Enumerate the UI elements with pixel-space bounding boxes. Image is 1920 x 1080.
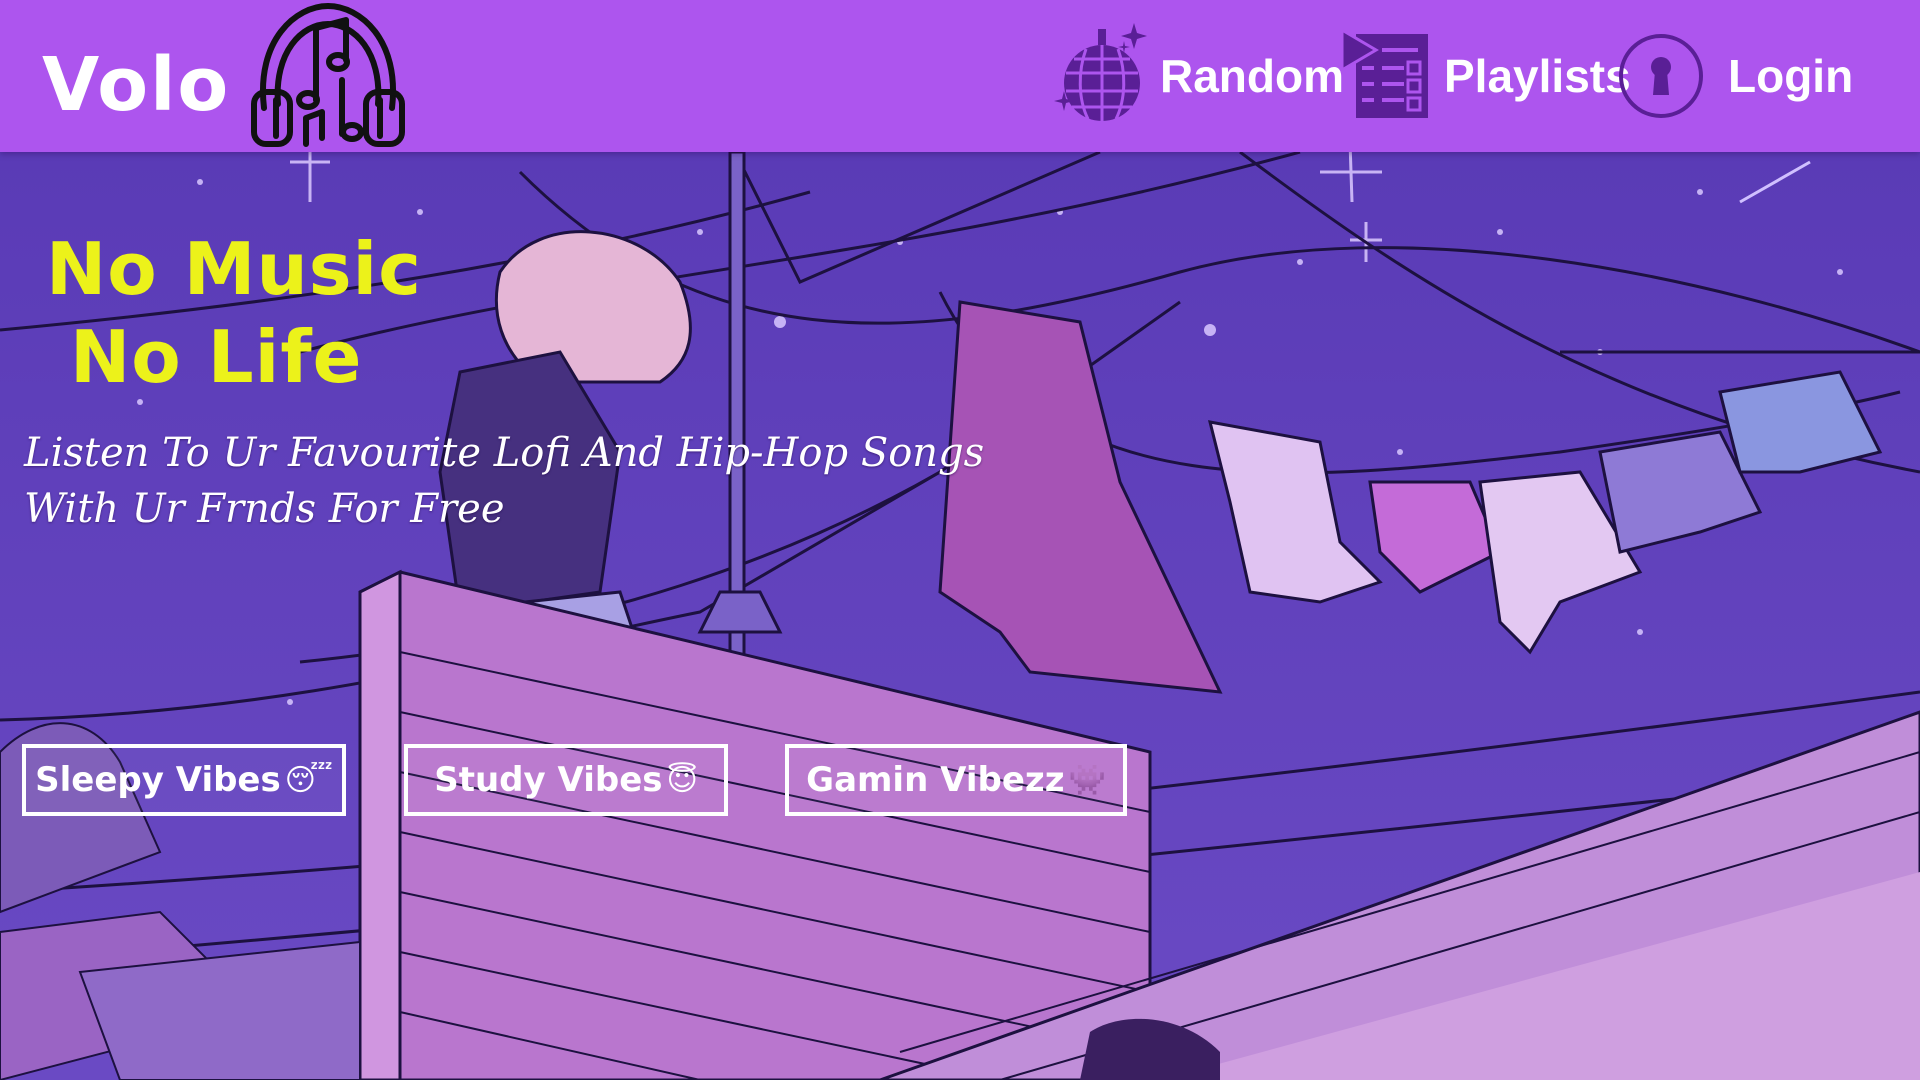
- subtitle-line-1: Listen To Ur Favourite Lofi And Hip-Hop …: [24, 430, 985, 476]
- gamin-vibezz-label: Gamin Vibezz: [806, 760, 1065, 800]
- space-invader-icon: 👾: [1068, 762, 1106, 798]
- nav-login-label: Login: [1728, 50, 1854, 102]
- sleepy-vibes-button[interactable]: Sleepy Vibes 😴: [22, 744, 346, 816]
- brand-name[interactable]: Volo: [42, 42, 230, 128]
- subtitle-line-2: With Ur Frnds For Free: [24, 486, 505, 532]
- navbar: Volo Random Playlists Login: [0, 0, 1920, 152]
- hero-subtitle: Listen To Ur Favourite Lofi And Hip-Hop …: [24, 425, 984, 537]
- nav-login[interactable]: Login: [1618, 0, 1853, 152]
- gamin-vibezz-button[interactable]: Gamin Vibezz 👾: [785, 744, 1127, 816]
- tagline-line-1: No Music: [46, 227, 422, 311]
- nav-playlists-label: Playlists: [1444, 50, 1631, 102]
- hero-tagline: No Music No Life: [46, 225, 422, 401]
- nav-playlists[interactable]: Playlists: [1340, 0, 1631, 152]
- nav-random[interactable]: Random: [1052, 0, 1344, 152]
- playlist-icon: [1340, 28, 1428, 118]
- tagline-line-2: No Life: [70, 315, 363, 399]
- headphones-music-icon[interactable]: [246, 0, 410, 148]
- sleepy-vibes-label: Sleepy Vibes: [35, 760, 281, 800]
- disco-ball-icon: [1054, 23, 1147, 121]
- keyhole-icon: [1619, 34, 1703, 118]
- halo-face-icon: 😇: [666, 762, 698, 798]
- hero-section: No Music No Life Listen To Ur Favourite …: [0, 152, 1920, 1080]
- study-vibes-button[interactable]: Study Vibes 😇: [404, 744, 728, 816]
- study-vibes-label: Study Vibes: [434, 760, 663, 800]
- nav-random-label: Random: [1160, 50, 1344, 102]
- sleepy-face-icon: 😴: [284, 762, 333, 798]
